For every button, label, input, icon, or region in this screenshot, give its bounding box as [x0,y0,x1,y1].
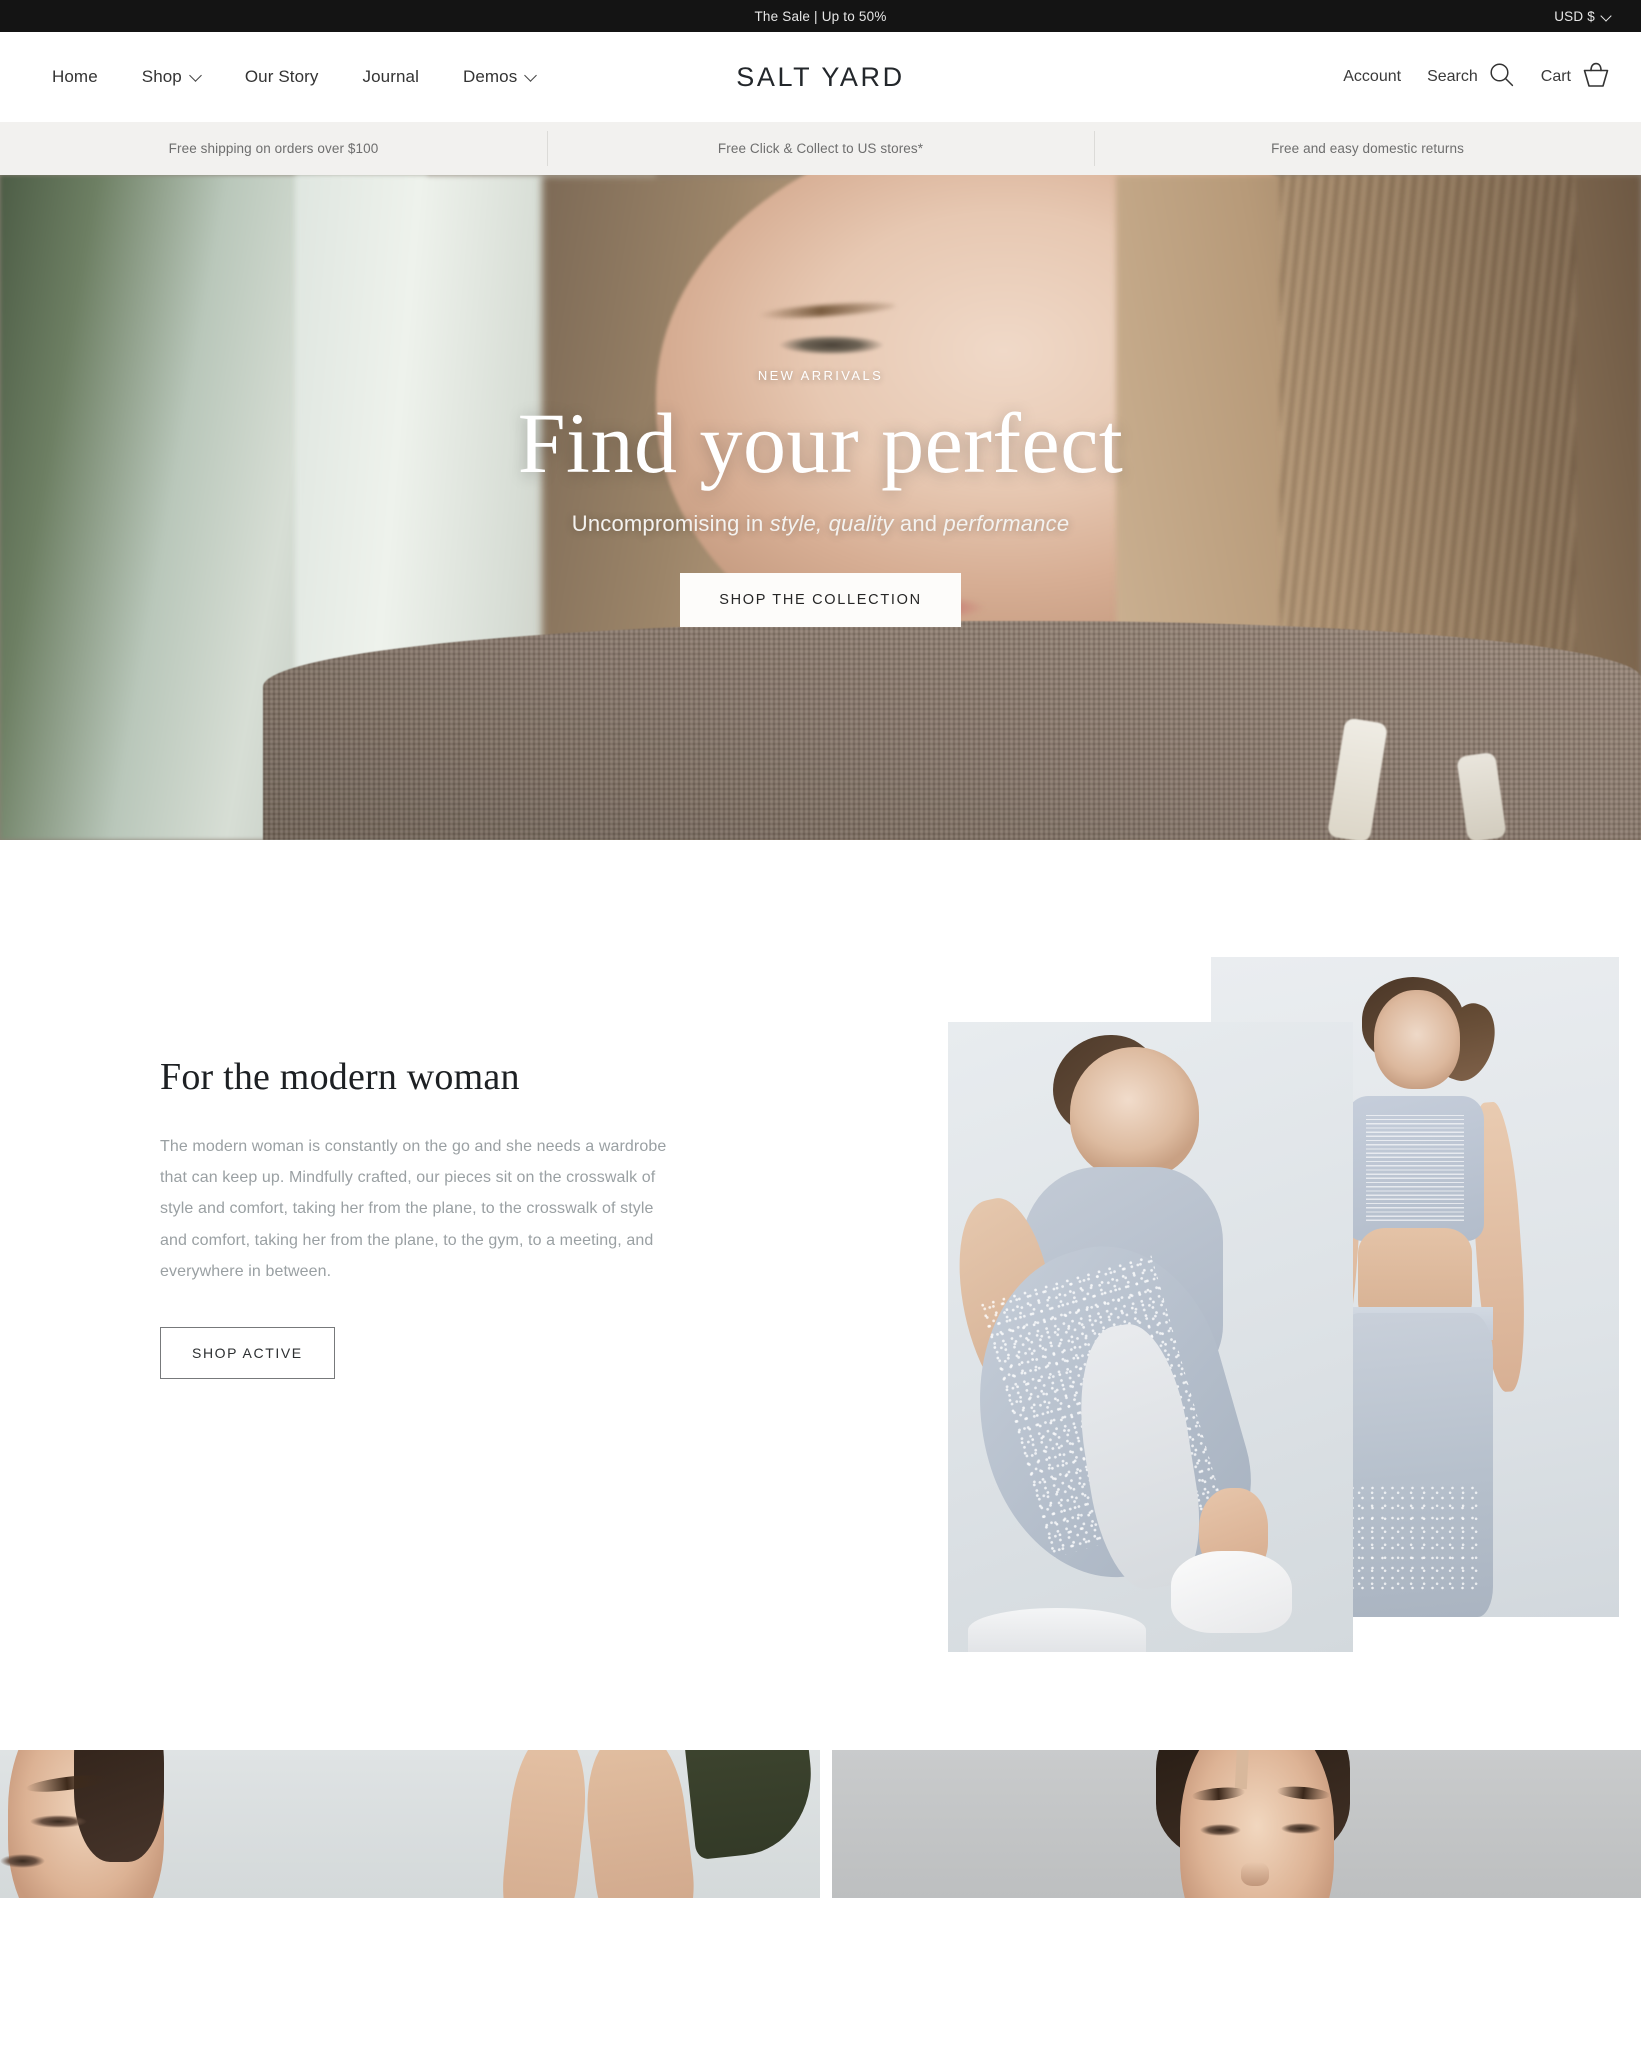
hero-subtitle-emphasis-2: performance [943,510,1070,536]
search-label: Search [1427,68,1478,85]
nav-label: Demos [462,67,518,86]
search-button[interactable]: Search [1427,61,1515,93]
main-navigation: Home Shop Our Story Journal Demos [30,67,558,87]
modern-woman-text-block: For the modern woman The modern woman is… [160,1055,690,1379]
image-tile-left[interactable] [0,1750,820,1898]
chevron-down-icon [526,71,536,81]
nav-label: Journal [362,67,419,86]
shop-the-collection-button[interactable]: SHOP THE COLLECTION [680,572,961,627]
logo-text[interactable]: SALT YARD [736,62,904,92]
announcement-bar: The Sale | Up to 50% USD $ [0,0,1641,32]
hero-subtitle-pre: Uncompromising in [571,510,770,536]
benefit-item: Free shipping on orders over $100 [168,141,379,156]
cart-button[interactable]: Cart [1541,61,1611,94]
basket-icon [1581,61,1611,94]
site-header: Home Shop Our Story Journal Demos SALT Y… [0,32,1641,122]
benefits-bar: Free shipping on orders over $100 Free C… [0,122,1641,175]
modern-woman-section: For the modern woman The modern woman is… [0,840,1641,1750]
chevron-down-icon [1602,12,1611,21]
hero-subtitle: Uncompromising in style, quality and per… [572,511,1070,537]
chevron-down-icon [191,71,201,81]
currency-selector[interactable]: USD $ [1554,9,1611,24]
nav-item-home[interactable]: Home [30,67,120,87]
nav-item-our-story[interactable]: Our Story [223,67,341,87]
modern-woman-title: For the modern woman [160,1056,520,1098]
account-label: Account [1343,68,1402,85]
product-image-seated-model[interactable] [948,1022,1353,1652]
hero-subtitle-emphasis-1: style, quality [769,510,894,536]
nav-item-journal[interactable]: Journal [341,67,441,87]
modern-woman-image-group [881,840,1641,1750]
announcement-text[interactable]: The Sale | Up to 50% [0,9,1641,24]
hero-content: NEW ARRIVALS Find your perfect Uncomprom… [0,175,1641,840]
nav-label: Our Story [244,67,319,86]
image-tile-right[interactable] [832,1750,1641,1898]
nav-item-shop[interactable]: Shop [120,67,223,87]
hero-title: Find your perfect [517,395,1124,492]
hero-eyebrow: NEW ARRIVALS [757,368,884,384]
search-icon [1488,61,1515,93]
modern-woman-body: The modern woman is constantly on the go… [160,1138,667,1280]
cart-label: Cart [1540,68,1571,85]
benefit-item: Free Click & Collect to US stores* [547,131,1094,166]
hero-subtitle-mid: and [893,510,944,536]
header-actions: Account Search Cart [1343,61,1611,94]
shop-active-button[interactable]: SHOP ACTIVE [160,1326,335,1379]
nav-item-demos[interactable]: Demos [441,67,558,87]
image-tile-strip [0,1750,1641,1898]
benefit-item: Free and easy domestic returns [1094,131,1641,166]
account-link[interactable]: Account [1343,68,1401,86]
nav-label: Home [52,67,98,86]
hero-banner: NEW ARRIVALS Find your perfect Uncomprom… [0,175,1641,840]
currency-label: USD $ [1554,8,1595,24]
nav-label: Shop [141,67,182,86]
